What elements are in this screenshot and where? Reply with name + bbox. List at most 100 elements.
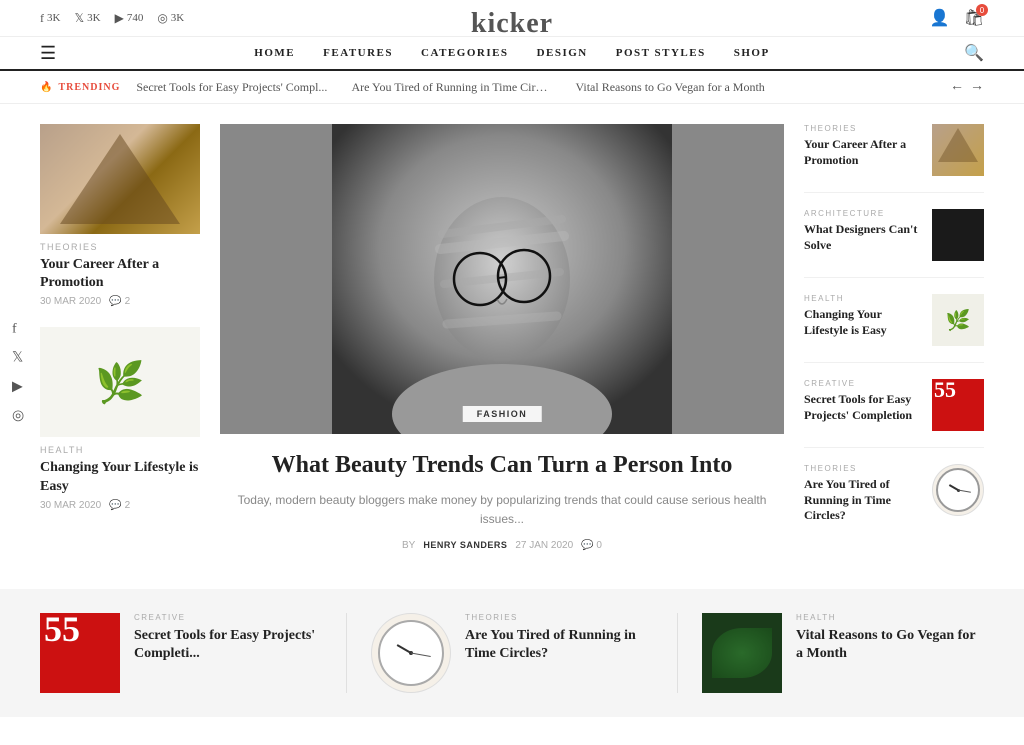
social-links: f 3K 𝕏 3K ▶ 740 ◎ 3K <box>40 11 184 26</box>
bottom-thumb-2 <box>371 613 451 693</box>
left-thumb-2: 🌿 <box>40 327 200 437</box>
vertical-facebook-icon[interactable]: f <box>12 321 24 337</box>
left-article-2: 🌿 HEALTH Changing Your Lifestyle is Easy… <box>40 327 200 510</box>
cart-icon[interactable]: 🛍 0 <box>964 8 984 28</box>
twitter-count: 3K <box>87 12 100 24</box>
right-article-3: HEALTH Changing Your Lifestyle is Easy 🌿 <box>804 294 984 363</box>
site-logo[interactable]: kicker <box>471 8 553 40</box>
right-thumb-4 <box>932 379 984 431</box>
feature-meta: BY HENRY SANDERS 27 JAN 2020 💬 0 <box>220 540 784 551</box>
bottom-section: CREATIVE Secret Tools for Easy Projects'… <box>0 589 1024 717</box>
search-icon[interactable]: 🔍 <box>964 43 984 63</box>
nav-design[interactable]: DESIGN <box>537 47 588 59</box>
left-title-1[interactable]: Your Career After a Promotion <box>40 256 200 292</box>
nav-shop[interactable]: SHOP <box>734 47 770 59</box>
right-cat-4: CREATIVE <box>804 379 922 388</box>
clock-min-2 <box>411 652 431 656</box>
clock-face <box>936 468 980 512</box>
facebook-social[interactable]: f 3K <box>40 11 60 26</box>
trending-item-2[interactable]: Are You Tired of Running in Time Circl..… <box>351 80 551 95</box>
trending-bar: 🔥 TRENDING Secret Tools for Easy Project… <box>0 71 1024 104</box>
feature-content: What Beauty Trends Can Turn a Person Int… <box>220 434 784 559</box>
bottom-title-2[interactable]: Are You Tired of Running in Time Circles… <box>465 627 653 663</box>
right-article-2: ARCHITECTURE What Designers Can't Solve <box>804 209 984 278</box>
twitter-icon: 𝕏 <box>74 11 84 26</box>
fire-icon: 🔥 <box>40 82 53 93</box>
left-cat-1: THEORIES <box>40 242 200 252</box>
vertical-social: f 𝕏 ▶ ◎ <box>12 321 24 424</box>
clock-thumb <box>932 464 984 516</box>
clock-face-2 <box>378 620 444 686</box>
nav-features[interactable]: FEATURES <box>323 47 393 59</box>
bottom-red-thumb <box>40 613 120 693</box>
bottom-card-1: CREATIVE Secret Tools for Easy Projects'… <box>40 613 347 693</box>
trending-prev[interactable]: ← <box>950 79 964 95</box>
nav-post-styles[interactable]: POST STYLES <box>616 47 706 59</box>
geo-thumb <box>932 124 984 176</box>
feature-title[interactable]: What Beauty Trends Can Turn a Person Int… <box>220 450 784 481</box>
right-article-5: THEORIES Are You Tired of Running in Tim… <box>804 464 984 540</box>
vertical-twitter-icon[interactable]: 𝕏 <box>12 349 24 366</box>
twitter-social[interactable]: 𝕏 3K <box>74 11 100 26</box>
comment-icon: 💬 <box>109 296 121 307</box>
red-thumb <box>932 379 984 431</box>
trending-item-1[interactable]: Secret Tools for Easy Projects' Compl... <box>136 80 327 95</box>
clock-hour-2 <box>397 644 412 654</box>
geometric-thumb <box>40 124 200 234</box>
right-article-1: THEORIES Your Career After a Promotion <box>804 124 984 193</box>
feature-article: FASHION What Beauty Trends Can Turn a Pe… <box>220 124 784 559</box>
feature-author[interactable]: HENRY SANDERS <box>423 540 507 550</box>
bottom-card-2: THEORIES Are You Tired of Running in Tim… <box>371 613 678 693</box>
feature-excerpt: Today, modern beauty bloggers make money… <box>220 491 784 529</box>
trending-items: Secret Tools for Easy Projects' Compl...… <box>136 80 934 95</box>
youtube-social[interactable]: ▶ 740 <box>115 11 144 26</box>
black-thumb <box>932 209 984 261</box>
feature-comments: 💬 0 <box>581 540 602 551</box>
clock-minute-hand <box>958 490 971 493</box>
instagram-icon: ◎ <box>157 11 167 26</box>
right-title-3[interactable]: Changing Your Lifestyle is Easy <box>804 307 922 338</box>
bottom-leaves-thumb <box>702 613 782 693</box>
vertical-youtube-icon[interactable]: ▶ <box>12 378 24 395</box>
feature-badge: FASHION <box>463 406 542 422</box>
right-cat-1: THEORIES <box>804 124 922 133</box>
instagram-social[interactable]: ◎ 3K <box>157 11 184 26</box>
nav-home[interactable]: HOME <box>254 47 295 59</box>
left-article-1: THEORIES Your Career After a Promotion 3… <box>40 124 200 307</box>
right-article-4: CREATIVE Secret Tools for Easy Projects'… <box>804 379 984 448</box>
facebook-icon: f <box>40 11 44 26</box>
right-title-4[interactable]: Secret Tools for Easy Projects' Completi… <box>804 392 922 423</box>
right-thumb-2 <box>932 209 984 261</box>
left-comment-2: 💬 2 <box>109 500 130 511</box>
bottom-title-3[interactable]: Vital Reasons to Go Vegan for a Month <box>796 627 984 663</box>
feature-svg <box>220 124 784 434</box>
bottom-cat-3: HEALTH <box>796 613 984 622</box>
right-thumb-1 <box>932 124 984 176</box>
hamburger-menu[interactable]: ☰ <box>40 43 56 64</box>
left-comment-1: 💬 2 <box>109 296 130 307</box>
top-right-icons: 👤 🛍 0 <box>930 8 984 28</box>
bottom-cat-2: THEORIES <box>465 613 653 622</box>
feature-by: BY <box>402 540 415 551</box>
bottom-title-1[interactable]: Secret Tools for Easy Projects' Completi… <box>134 627 322 663</box>
user-icon[interactable]: 👤 <box>930 8 950 28</box>
feature-date: 27 JAN 2020 <box>515 540 573 551</box>
trending-item-3[interactable]: Vital Reasons to Go Vegan for a Month <box>575 80 764 95</box>
right-title-1[interactable]: Your Career After a Promotion <box>804 137 922 168</box>
right-cat-5: THEORIES <box>804 464 922 473</box>
nav-categories[interactable]: CATEGORIES <box>421 47 509 59</box>
right-thumb-3: 🌿 <box>932 294 984 346</box>
left-meta-1: 30 MAR 2020 💬 2 <box>40 296 200 307</box>
feature-image[interactable]: FASHION <box>220 124 784 434</box>
bottom-card-3: HEALTH Vital Reasons to Go Vegan for a M… <box>702 613 984 693</box>
vertical-instagram-icon[interactable]: ◎ <box>12 407 24 424</box>
plant-icon: 🌿 <box>95 359 145 406</box>
left-title-2[interactable]: Changing Your Lifestyle is Easy <box>40 459 200 495</box>
plant2-thumb: 🌿 <box>932 294 984 346</box>
trending-next[interactable]: → <box>970 79 984 95</box>
bottom-cards-wrap: CREATIVE Secret Tools for Easy Projects'… <box>40 613 984 693</box>
bottom-clock-thumb <box>371 613 451 693</box>
right-title-2[interactable]: What Designers Can't Solve <box>804 222 922 253</box>
right-title-5[interactable]: Are You Tired of Running in Time Circles… <box>804 477 922 524</box>
right-thumb-5 <box>932 464 984 516</box>
